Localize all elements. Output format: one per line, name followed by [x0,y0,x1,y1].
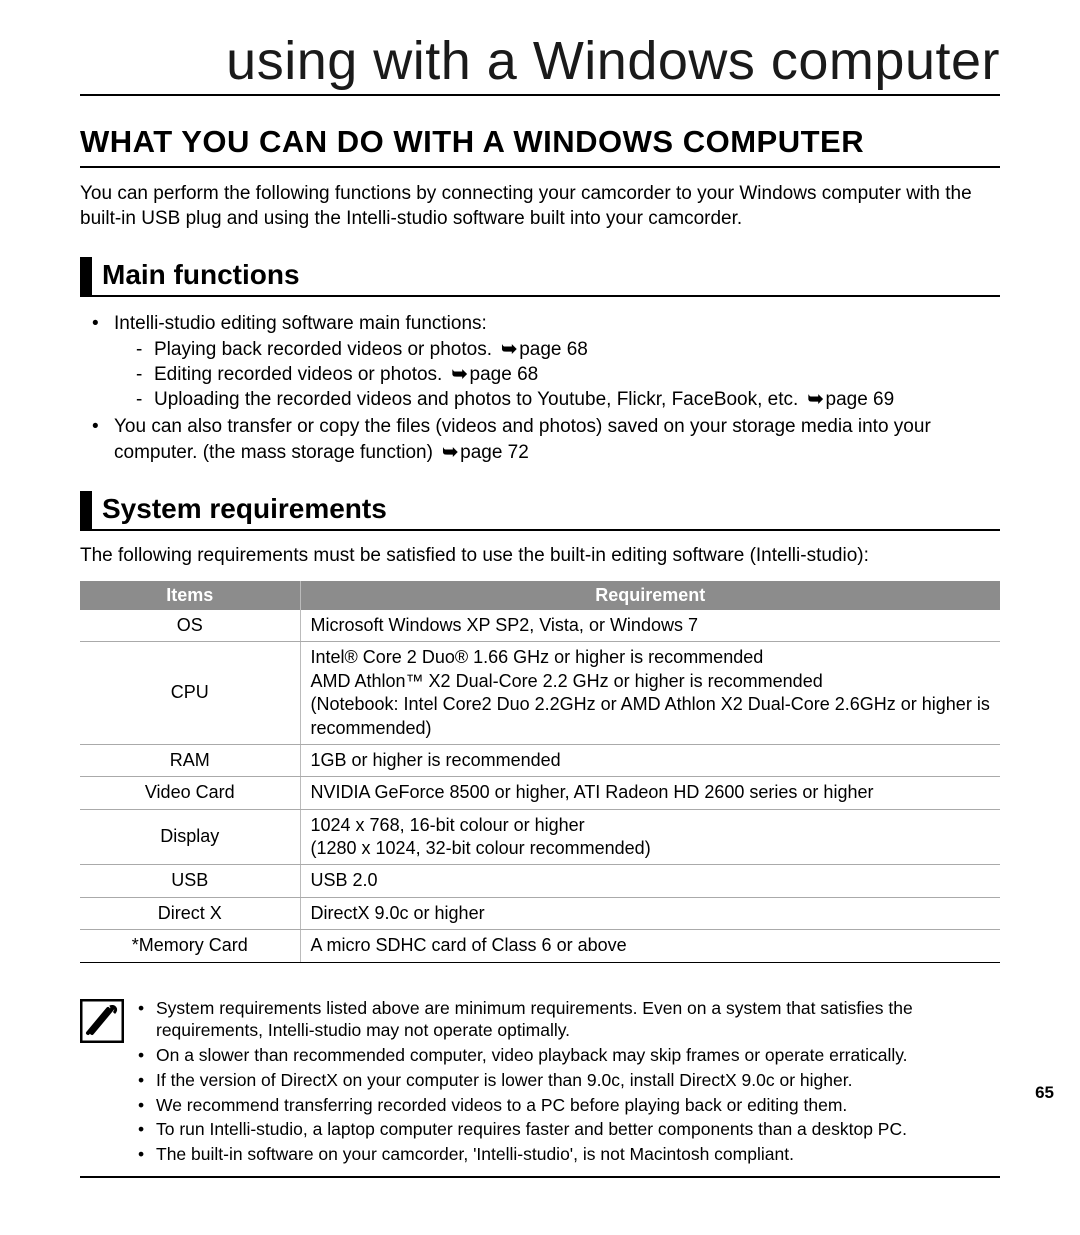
table-cell-requirement: 1GB or higher is recommended [300,744,1000,776]
table-cell-requirement: Microsoft Windows XP SP2, Vista, or Wind… [300,610,1000,642]
page-ref-arrow-icon: ➥ [452,362,468,387]
section-title: WHAT YOU CAN DO WITH A WINDOWS COMPUTER [80,124,1000,168]
table-row: Direct XDirectX 9.0c or higher [80,897,1000,929]
page-ref-arrow-icon: ➥ [442,440,458,465]
list-item-text: Uploading the recorded videos and photos… [154,389,798,410]
list-item: Uploading the recorded videos and photos… [132,387,1000,412]
list-item: If the version of DirectX on your comput… [134,1069,1000,1092]
table-cell-item: CPU [80,642,300,745]
table-cell-requirement: A micro SDHC card of Class 6 or above [300,930,1000,962]
table-cell-item: Direct X [80,897,300,929]
main-functions-heading-row: Main functions [80,257,1000,297]
page-number: 65 [1035,1083,1054,1103]
table-row: OSMicrosoft Windows XP SP2, Vista, or Wi… [80,610,1000,642]
list-item: System requirements listed above are min… [134,997,1000,1043]
list-item: On a slower than recommended computer, v… [134,1044,1000,1067]
system-requirements-heading-row: System requirements [80,491,1000,531]
table-header-requirement: Requirement [300,581,1000,610]
table-cell-requirement: NVIDIA GeForce 8500 or higher, ATI Radeo… [300,777,1000,809]
main-functions-list: Intelli-studio editing software main fun… [88,311,1000,465]
table-cell-item: USB [80,865,300,897]
page-ref: page 68 [519,339,588,360]
list-item: Editing recorded videos or photos. ➥page… [132,362,1000,387]
list-item: You can also transfer or copy the files … [88,414,1000,465]
system-requirements-intro: The following requirements must be satis… [80,545,1000,567]
list-item-text: Playing back recorded videos or photos. [154,339,492,360]
list-item-text: Editing recorded videos or photos. [154,364,442,385]
table-header-row: Items Requirement [80,581,1000,610]
page-ref-arrow-icon: ➥ [501,337,517,362]
heading-accent-bar [80,257,92,295]
list-item: Intelli-studio editing software main fun… [88,311,1000,412]
table-cell-requirement: 1024 x 768, 16-bit colour or higher(1280… [300,809,1000,865]
heading-accent-bar [80,491,92,529]
page-ref-arrow-icon: ➥ [808,387,824,412]
page-ref: page 69 [826,389,895,410]
page-ref: page 72 [460,442,529,463]
table-cell-item: OS [80,610,300,642]
table-row: Display1024 x 768, 16-bit colour or high… [80,809,1000,865]
list-item-lead: Intelli-studio editing software main fun… [114,313,487,334]
table-row: USBUSB 2.0 [80,865,1000,897]
intro-paragraph: You can perform the following functions … [80,182,1000,231]
table-cell-requirement: DirectX 9.0c or higher [300,897,1000,929]
list-item: The built-in software on your camcorder,… [134,1143,1000,1166]
table-row: Video CardNVIDIA GeForce 8500 or higher,… [80,777,1000,809]
table-row: CPUIntel® Core 2 Duo® 1.66 GHz or higher… [80,642,1000,745]
chapter-title: using with a Windows computer [80,30,1000,96]
table-cell-requirement: Intel® Core 2 Duo® 1.66 GHz or higher is… [300,642,1000,745]
sub-list: Playing back recorded videos or photos. … [132,337,1000,413]
notes-block: System requirements listed above are min… [80,997,1000,1178]
list-item: Playing back recorded videos or photos. … [132,337,1000,362]
table-header-items: Items [80,581,300,610]
notes-list: System requirements listed above are min… [134,997,1000,1168]
list-item: To run Intelli-studio, a laptop computer… [134,1118,1000,1141]
table-cell-item: *Memory Card [80,930,300,962]
table-cell-item: RAM [80,744,300,776]
list-item: We recommend transferring recorded video… [134,1094,1000,1117]
table-cell-item: Display [80,809,300,865]
system-requirements-heading: System requirements [102,491,1000,529]
page-ref: page 68 [470,364,539,385]
table-row: RAM1GB or higher is recommended [80,744,1000,776]
table-row: *Memory CardA micro SDHC card of Class 6… [80,930,1000,962]
main-functions-heading: Main functions [102,257,1000,295]
requirements-table: Items Requirement OSMicrosoft Windows XP… [80,581,1000,963]
table-cell-item: Video Card [80,777,300,809]
note-icon [80,999,124,1043]
note-icon-cell [80,997,134,1168]
table-cell-requirement: USB 2.0 [300,865,1000,897]
